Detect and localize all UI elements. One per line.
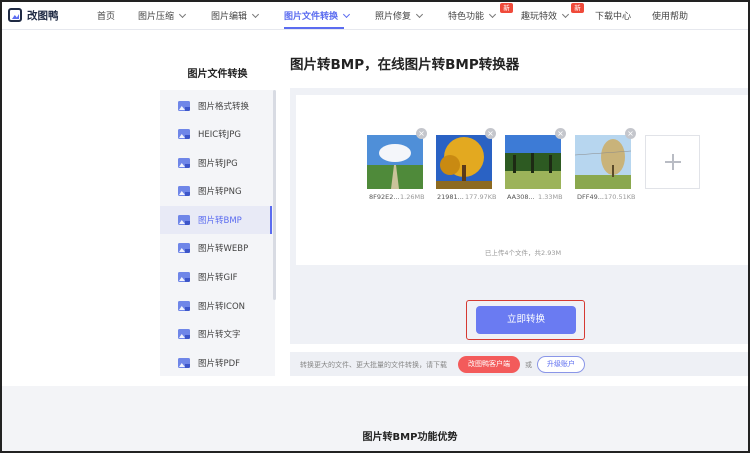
chevron-down-icon xyxy=(415,10,424,19)
sidebar-item-label: 图片转WEBP xyxy=(198,244,249,254)
top-nav: 改图鸭 首页 图片压缩 图片编辑 图片文件转换 照片修复 特色功能 新 趣玩特效… xyxy=(0,0,750,30)
sidebar-item-webp[interactable]: 图片转WEBP xyxy=(160,234,272,262)
file-size: 1.33MB xyxy=(538,193,563,201)
sidebar-item-label: 图片格式转换 xyxy=(198,102,250,112)
image-file-icon xyxy=(178,101,190,111)
duck-logo-icon xyxy=(8,8,22,22)
upload-summary: 已上传4个文件，共2.93M xyxy=(484,249,562,257)
image-file-icon xyxy=(178,329,190,339)
file-name: DFF49... xyxy=(577,193,604,201)
nav-item-compress[interactable]: 图片压缩 xyxy=(138,9,187,22)
close-icon[interactable]: × xyxy=(485,128,496,139)
close-icon[interactable]: × xyxy=(416,128,427,139)
new-badge: 新 xyxy=(571,3,584,13)
nav-item-home[interactable]: 首页 xyxy=(97,9,115,22)
image-file-icon xyxy=(178,158,190,168)
nav-label: 照片修复 xyxy=(375,12,412,22)
nav-item-help[interactable]: 使用帮助 xyxy=(652,9,688,22)
file-size: 170.51KB xyxy=(604,193,636,201)
chevron-down-icon xyxy=(488,10,497,19)
file-size: 177.97KB xyxy=(465,193,497,201)
file-name: 8F92E2... xyxy=(369,193,400,201)
sidebar-item-gif[interactable]: 图片转GIF xyxy=(160,263,272,291)
or-text: 或 xyxy=(525,361,532,369)
image-file-icon xyxy=(178,243,190,253)
app-name: 改图鸭 xyxy=(27,9,59,22)
new-badge: 新 xyxy=(500,3,513,13)
file-name: 21981... xyxy=(437,193,464,201)
nav-item-repair[interactable]: 照片修复 xyxy=(375,9,424,22)
download-client-button[interactable]: 改图鸭客户端 xyxy=(458,356,520,373)
chevron-down-icon xyxy=(251,10,260,19)
nav-item-edit[interactable]: 图片编辑 xyxy=(211,9,260,22)
page-title: 图片转BMP，在线图片转BMP转换器 xyxy=(290,57,520,73)
active-tab-indicator xyxy=(284,27,344,29)
convert-button[interactable]: 立即转换 xyxy=(476,306,576,334)
chevron-down-icon xyxy=(178,10,187,19)
sidebar-scrollbar[interactable] xyxy=(273,90,276,300)
sidebar-item-pdf[interactable]: 图片转PDF xyxy=(160,349,272,377)
sidebar-item-icon[interactable]: 图片转ICON xyxy=(160,292,272,320)
file-name: AA308... xyxy=(507,193,535,201)
nav-item-effects[interactable]: 趣玩特效 xyxy=(521,9,570,22)
file-thumbnail[interactable] xyxy=(367,135,423,189)
sidebar-item-label: HEIC转JPG xyxy=(198,130,241,140)
image-file-icon xyxy=(178,272,190,282)
nav-item-convert[interactable]: 图片文件转换 xyxy=(284,9,351,22)
upgrade-account-button[interactable]: 升级账户 xyxy=(537,356,585,373)
file-size: 1.26MB xyxy=(400,193,425,201)
sidebar-item-text[interactable]: 图片转文字 xyxy=(160,320,272,348)
sidebar-item-label: 图片转GIF xyxy=(198,273,238,283)
advantages-title: 图片转BMP功能优势 xyxy=(362,432,458,443)
nav-item-download[interactable]: 下载中心 xyxy=(595,9,631,22)
sidebar-item-label: 图片转ICON xyxy=(198,302,245,312)
chevron-down-icon xyxy=(561,10,570,19)
sidebar-item-label: 图片转文字 xyxy=(198,330,241,340)
sidebar-item-jpg[interactable]: 图片转JPG xyxy=(160,149,272,177)
tip-text: 转换更大的文件、更大批量的文件转换，请下载 xyxy=(300,361,447,369)
nav-label: 特色功能 xyxy=(448,12,485,22)
add-file-button[interactable] xyxy=(645,135,700,189)
sidebar-item-label: 图片转PNG xyxy=(198,187,242,197)
image-file-icon xyxy=(178,358,190,368)
nav-label: 趣玩特效 xyxy=(521,12,558,22)
sidebar-item-heic[interactable]: HEIC转JPG xyxy=(160,120,272,148)
sidebar-title: 图片文件转换 xyxy=(187,69,248,80)
logo[interactable]: 改图鸭 xyxy=(8,6,59,24)
chevron-down-icon xyxy=(342,10,351,19)
sidebar-item-label: 图片转PDF xyxy=(198,359,241,369)
nav-label: 图片文件转换 xyxy=(284,12,339,22)
sidebar-item-png[interactable]: 图片转PNG xyxy=(160,177,272,205)
file-thumbnail[interactable] xyxy=(575,135,631,189)
sidebar-item-label: 图片转JPG xyxy=(198,159,238,169)
image-file-icon xyxy=(178,129,190,139)
image-file-icon xyxy=(178,301,190,311)
nav-item-features[interactable]: 特色功能 xyxy=(448,9,497,22)
sidebar-item-bmp[interactable]: 图片转BMP xyxy=(160,206,272,234)
close-icon[interactable]: × xyxy=(555,128,566,139)
sidebar-item-format[interactable]: 图片格式转换 xyxy=(160,92,272,120)
nav-label: 图片编辑 xyxy=(211,12,248,22)
file-thumbnail[interactable] xyxy=(436,135,492,189)
image-file-icon xyxy=(178,215,190,225)
file-thumbnail[interactable] xyxy=(505,135,561,189)
image-file-icon xyxy=(178,186,190,196)
sidebar-item-label: 图片转BMP xyxy=(198,216,242,226)
nav-label: 图片压缩 xyxy=(138,12,175,22)
close-icon[interactable]: × xyxy=(625,128,636,139)
